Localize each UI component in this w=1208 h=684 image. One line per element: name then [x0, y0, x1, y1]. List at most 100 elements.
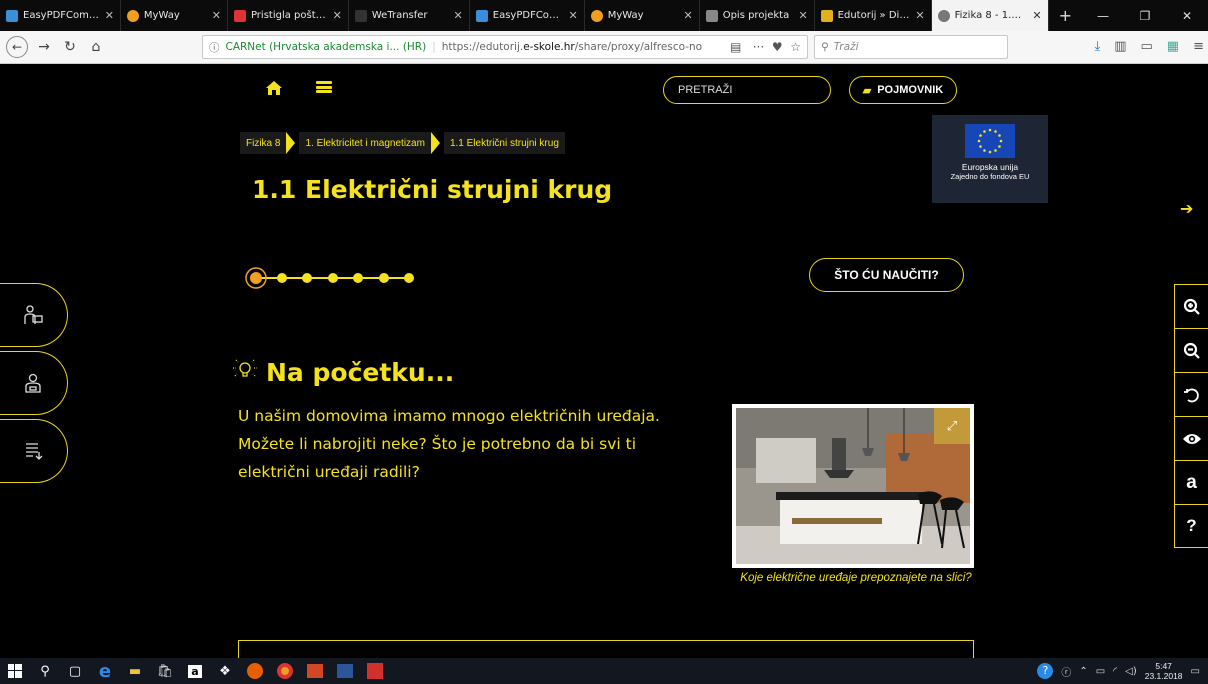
- next-page-arrow-icon[interactable]: ➔: [1180, 199, 1193, 218]
- tab-favicon-icon: [6, 9, 18, 22]
- zoom-out-icon[interactable]: [1174, 328, 1208, 372]
- library-icon[interactable]: ▥: [1114, 39, 1126, 54]
- word-icon[interactable]: [330, 658, 360, 684]
- browser-tab[interactable]: Pristigla pošta (✕: [228, 0, 349, 31]
- close-tab-icon[interactable]: ✕: [333, 9, 342, 22]
- address-bar[interactable]: ⓘ CARNet (Hrvatska akademska i... (HR) |…: [202, 35, 808, 59]
- powerpoint-icon[interactable]: [300, 658, 330, 684]
- browser-tab[interactable]: WeTransfer ✕: [349, 0, 470, 31]
- home-icon[interactable]: [265, 80, 283, 101]
- close-tab-icon[interactable]: ✕: [454, 9, 463, 22]
- back-icon[interactable]: ←: [6, 36, 28, 58]
- minimize-icon[interactable]: —: [1082, 0, 1124, 31]
- reload-icon[interactable]: ↻: [57, 34, 83, 60]
- browser-tab[interactable]: EasyPDFCombin✕: [0, 0, 121, 31]
- browser-tab[interactable]: MyWay ✕: [585, 0, 700, 31]
- cortana-search-icon[interactable]: ⚲: [30, 658, 60, 684]
- tab-favicon-icon: [126, 9, 139, 22]
- left-tab-student[interactable]: [0, 351, 68, 415]
- close-tab-icon[interactable]: ✕: [1032, 9, 1041, 22]
- progress-step[interactable]: [328, 273, 338, 283]
- browser-tab[interactable]: MyWay ✕: [121, 0, 228, 31]
- browser-nav-bar: ← → ↻ ⌂ ⓘ CARNet (Hrvatska akademska i..…: [0, 31, 1208, 64]
- people-icon[interactable]: ⓡ: [1061, 664, 1071, 679]
- font-icon[interactable]: a: [1174, 460, 1208, 504]
- file-explorer-icon[interactable]: ▬: [120, 658, 150, 684]
- browser-tab[interactable]: Opis projekta ✕: [700, 0, 815, 31]
- windows-start-icon[interactable]: [0, 658, 30, 684]
- window-controls: — ❐ ✕: [1082, 0, 1208, 31]
- breadcrumb-item[interactable]: 1.1 Električni strujni krug: [443, 132, 565, 154]
- action-center-icon[interactable]: ▭: [1191, 666, 1200, 677]
- breadcrumb-item[interactable]: 1. Elektricitet i magnetizam: [299, 132, 431, 154]
- site-identity[interactable]: CARNet (Hrvatska akademska i... (HR): [226, 41, 427, 53]
- close-tab-icon[interactable]: ✕: [683, 9, 692, 22]
- browser-tab[interactable]: EasyPDFCombin✕: [470, 0, 585, 31]
- new-tab-button[interactable]: +: [1049, 0, 1082, 31]
- progress-step[interactable]: [250, 272, 262, 284]
- maximize-icon[interactable]: ❐: [1124, 0, 1166, 31]
- hamburger-menu-icon[interactable]: [316, 79, 332, 95]
- kitchen-image[interactable]: ⤢: [732, 404, 974, 568]
- search-placeholder: Traži: [833, 41, 859, 53]
- eye-icon[interactable]: [1174, 416, 1208, 460]
- help-icon[interactable]: ?: [1174, 504, 1208, 548]
- extension-icon[interactable]: ▦: [1167, 39, 1179, 54]
- url-text[interactable]: https://edutorij.e-skole.hr/share/proxy/…: [442, 41, 724, 53]
- taskbar-clock[interactable]: 5:47 23.1.2018: [1145, 661, 1183, 681]
- firefox-icon[interactable]: [240, 658, 270, 684]
- close-window-icon[interactable]: ✕: [1166, 0, 1208, 31]
- pocket-icon[interactable]: ♥: [772, 40, 783, 54]
- browser-search-input[interactable]: ⚲ Traži: [814, 35, 1008, 59]
- reset-icon[interactable]: [1174, 372, 1208, 416]
- site-search-button[interactable]: PRETRAŽI: [663, 76, 831, 104]
- left-tab-contents[interactable]: [0, 419, 68, 483]
- forward-icon[interactable]: →: [31, 34, 57, 60]
- more-actions-icon[interactable]: ···: [753, 40, 764, 54]
- wifi-icon[interactable]: ◜: [1113, 666, 1117, 677]
- accessibility-toolbar: a ?: [1174, 284, 1208, 548]
- breadcrumb-item[interactable]: Fizika 8: [240, 132, 287, 154]
- menu-icon-browser[interactable]: ≡: [1193, 39, 1204, 54]
- progress-step[interactable]: [379, 273, 389, 283]
- amazon-icon[interactable]: a: [180, 658, 210, 684]
- chrome-icon[interactable]: [270, 658, 300, 684]
- zoom-in-icon[interactable]: [1174, 284, 1208, 328]
- progress-step[interactable]: [404, 273, 414, 283]
- page-content: PRETRAŽI ▰ POJMOVNIK Fizika 8 1. Elektri…: [0, 65, 1208, 658]
- progress-step[interactable]: [353, 273, 363, 283]
- home-browser-icon[interactable]: ⌂: [83, 34, 109, 60]
- glossary-button[interactable]: ▰ POJMOVNIK: [849, 76, 957, 104]
- progress-step[interactable]: [277, 273, 287, 283]
- student-icon: [22, 372, 44, 394]
- expand-image-icon[interactable]: ⤢: [934, 408, 970, 444]
- tray-chevron-icon[interactable]: ⌃: [1079, 666, 1087, 677]
- close-tab-icon[interactable]: ✕: [569, 9, 578, 22]
- task-view-icon[interactable]: ▢: [60, 658, 90, 684]
- acrobat-icon[interactable]: [360, 658, 390, 684]
- bookmark-star-icon[interactable]: ☆: [790, 40, 801, 54]
- left-tab-teacher[interactable]: [0, 283, 68, 347]
- downloads-icon[interactable]: ⤓: [1094, 39, 1100, 54]
- page-title: 1.1 Električni strujni krug: [252, 175, 613, 204]
- info-icon[interactable]: ⓘ: [209, 40, 220, 55]
- browser-tab-active[interactable]: Fizika 8 - 1.1 Ele✕: [931, 0, 1049, 31]
- browser-tab[interactable]: Edutorij » Digita✕: [815, 0, 932, 31]
- help-tray-icon[interactable]: ?: [1037, 663, 1054, 679]
- breadcrumb-arrow-icon: [286, 132, 296, 154]
- battery-icon[interactable]: ▭: [1096, 666, 1105, 677]
- edge-icon[interactable]: e: [90, 658, 120, 684]
- store-icon[interactable]: 🛍: [150, 658, 180, 684]
- close-tab-icon[interactable]: ✕: [212, 9, 221, 22]
- learning-goals-button[interactable]: ŠTO ĆU NAUČITI?: [809, 258, 964, 292]
- progress-step[interactable]: [302, 273, 312, 283]
- url-path: /share/proxy/alfresco-no: [574, 41, 703, 53]
- volume-icon[interactable]: ◁): [1125, 666, 1137, 677]
- reader-view-icon[interactable]: ▤: [730, 40, 741, 54]
- close-tab-icon[interactable]: ✕: [915, 9, 924, 22]
- dropbox-icon[interactable]: ❖: [210, 658, 240, 684]
- sidebar-icon[interactable]: ▭: [1141, 39, 1153, 54]
- close-tab-icon[interactable]: ✕: [798, 9, 807, 22]
- close-tab-icon[interactable]: ✕: [105, 9, 114, 22]
- clock-time: 5:47: [1155, 661, 1172, 671]
